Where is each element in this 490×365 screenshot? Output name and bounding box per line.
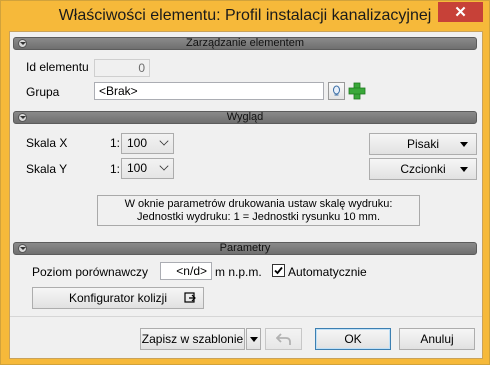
pens-button[interactable]: Pisaki (369, 133, 477, 155)
scale-y-label: Skala Y (26, 162, 68, 176)
collision-configurator-label: Konfigurator kolizji (68, 291, 168, 305)
close-button[interactable]: ✕ (438, 2, 483, 22)
ok-button[interactable]: OK (315, 328, 391, 350)
title-bar[interactable]: Właściwości elementu: Profil instalacji … (1, 1, 489, 31)
cancel-button[interactable]: Anuluj (399, 328, 475, 350)
auto-label[interactable]: Automatycznie (288, 265, 367, 279)
info-line-2: Jednostki wydruku: 1 = Jednostki rysunku… (136, 211, 381, 223)
add-group-button[interactable] (348, 82, 366, 100)
section-header-management[interactable]: Zarządzanie elementem (13, 37, 477, 50)
dropdown-arrow-icon (460, 142, 468, 147)
scale-x-value: 100 (127, 136, 148, 150)
id-label: Id elementu (26, 60, 89, 74)
scale-y-prefix: 1: (110, 162, 121, 176)
print-scale-info: W oknie parametrów drukowania ustaw skal… (97, 195, 420, 226)
save-template-button[interactable]: Zapisz w szablonie (140, 328, 245, 350)
dropdown-arrow-icon (460, 167, 468, 172)
section-header-appearance[interactable]: Wygląd (13, 111, 477, 124)
collision-configurator-button[interactable]: Konfigurator kolizji (32, 287, 204, 309)
undo-button[interactable] (265, 328, 302, 350)
fonts-button[interactable]: Czcionki (369, 158, 477, 180)
group-picker-button[interactable] (328, 82, 345, 100)
close-icon: ✕ (454, 3, 467, 21)
fonts-button-label: Czcionki (400, 162, 446, 176)
scale-y-value: 100 (127, 161, 148, 175)
group-label: Grupa (26, 85, 60, 99)
section-title-parameters: Parametry (219, 242, 271, 254)
info-line-1: W oknie parametrów drukowania ustaw skal… (124, 198, 393, 210)
dialog-client-area: Zarządzanie elementem Id elementu 0 Grup… (9, 31, 483, 359)
ok-label: OK (344, 332, 362, 346)
section-title-management: Zarządzanie elementem (185, 37, 304, 49)
scale-x-select[interactable]: 100 (121, 133, 174, 154)
window-title: Właściwości elementu: Profil instalacji … (58, 7, 432, 24)
dropdown-arrow-icon (250, 337, 258, 342)
level-unit: m n.p.m. (215, 265, 262, 279)
open-dialog-icon (184, 292, 196, 303)
scale-y-select[interactable]: 100 (121, 158, 174, 179)
level-label: Poziom porównawczy (32, 265, 149, 279)
plus-icon (348, 82, 366, 100)
id-field: 0 (94, 59, 150, 77)
checkmark-icon (274, 266, 283, 275)
scale-x-label: Skala X (26, 136, 68, 150)
pens-button-label: Pisaki (406, 137, 439, 151)
save-template-dropdown[interactable] (246, 328, 261, 350)
footer-separator (10, 316, 482, 317)
chevron-down-icon (159, 136, 169, 146)
scale-x-prefix: 1: (110, 136, 121, 150)
save-template-label: Zapisz w szablonie (141, 332, 244, 346)
chevron-down-icon (159, 161, 169, 171)
list-picker-icon (333, 85, 340, 96)
level-field[interactable]: <n/d> (160, 262, 212, 280)
group-field[interactable]: <Brak> (94, 82, 324, 100)
auto-checkbox[interactable] (272, 264, 285, 277)
undo-icon (276, 333, 291, 345)
section-header-parameters[interactable]: Parametry (13, 242, 477, 255)
dialog-window: Właściwości elementu: Profil instalacji … (0, 0, 490, 365)
section-title-appearance: Wygląd (226, 111, 264, 123)
cancel-label: Anuluj (420, 332, 454, 346)
